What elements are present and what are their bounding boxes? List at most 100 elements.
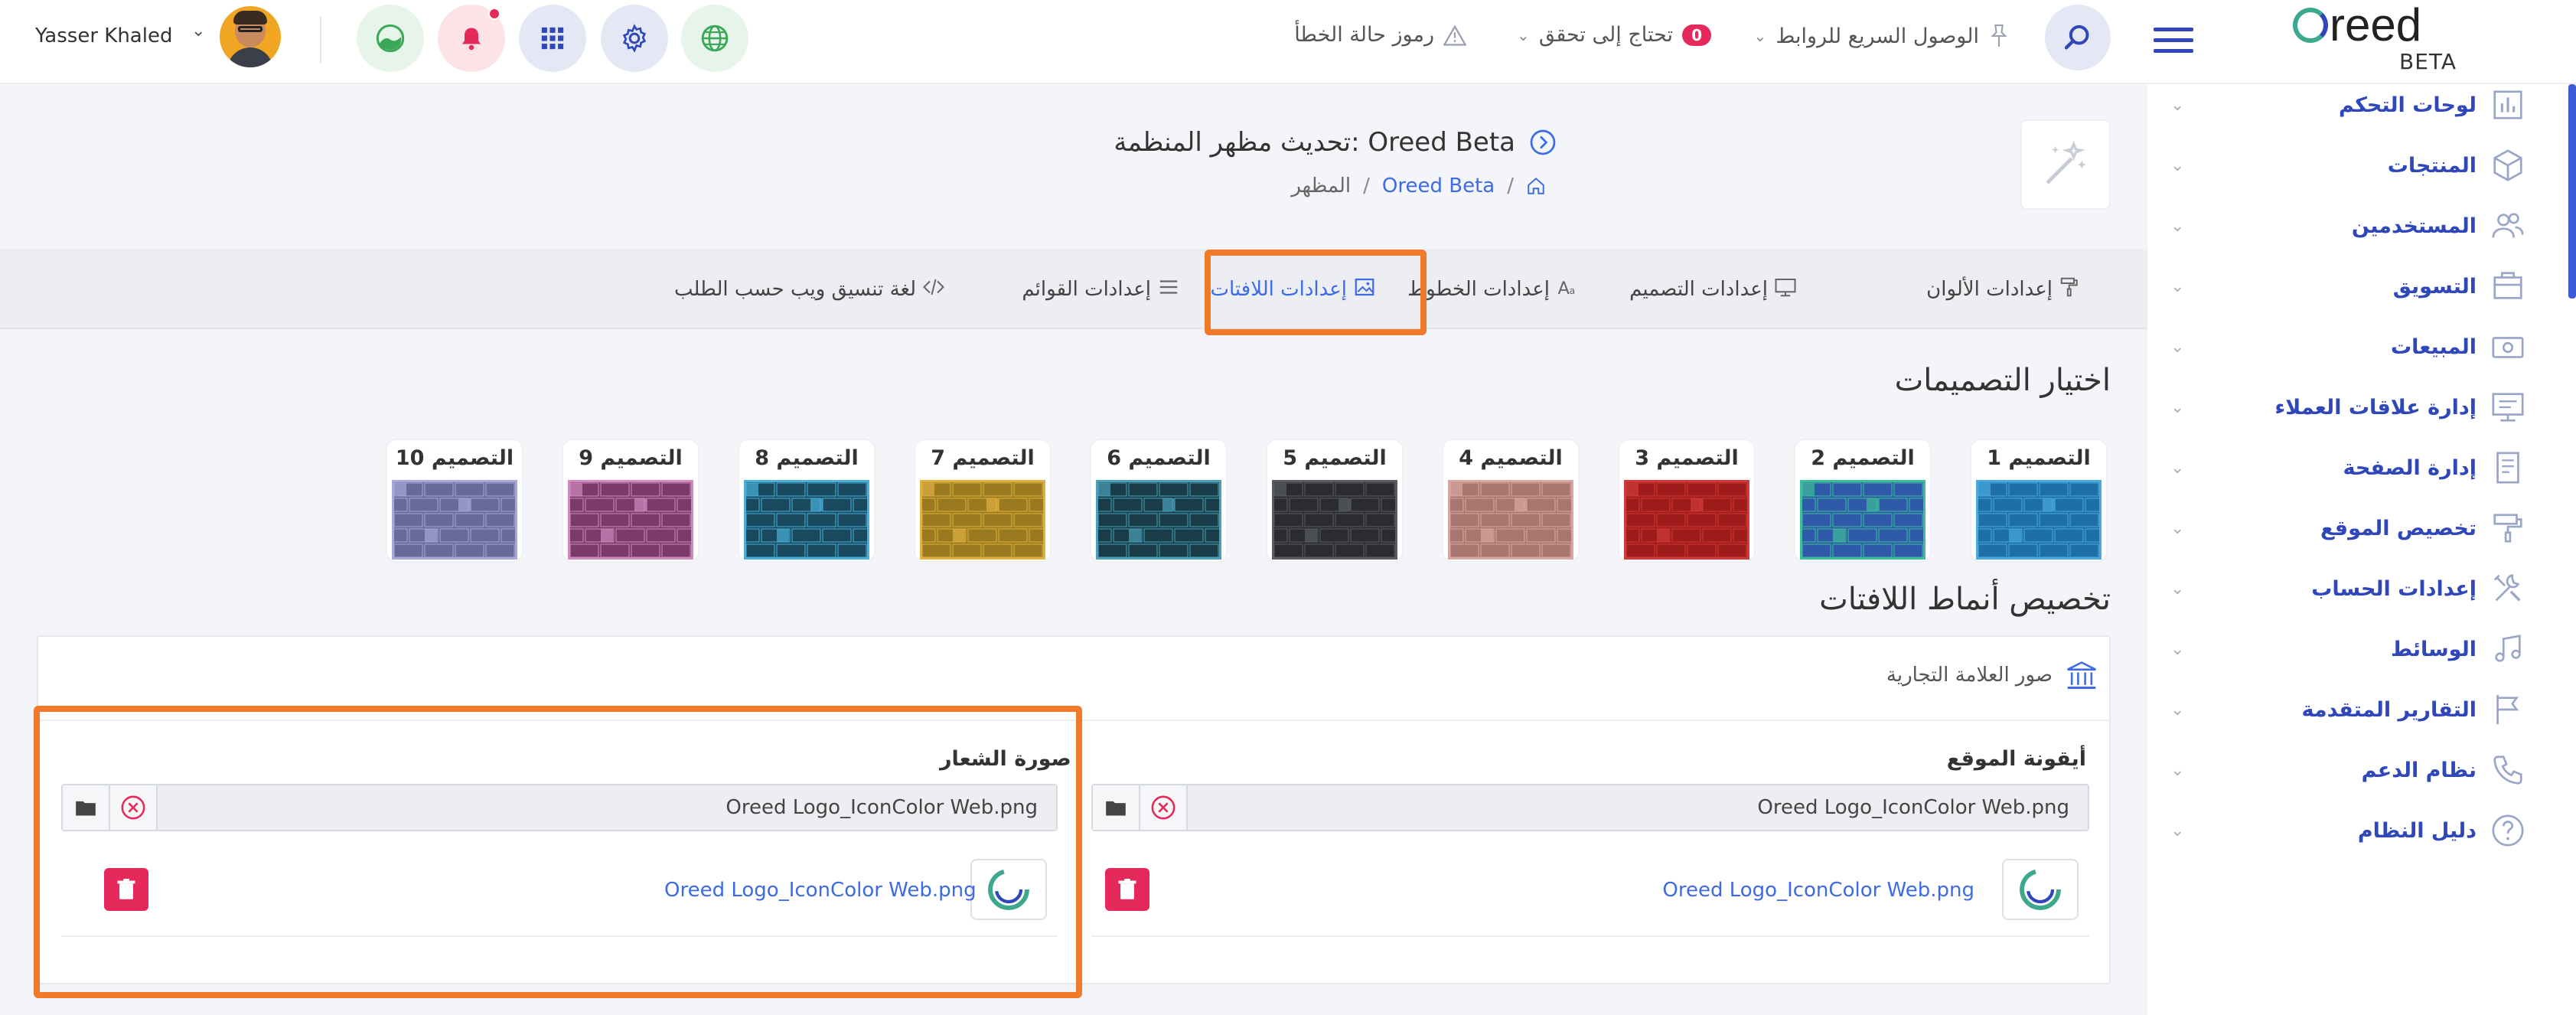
- user-menu-chevron-icon[interactable]: ⌄: [191, 21, 205, 41]
- close-circle-icon: [1151, 795, 1176, 820]
- error-codes-label: رموز حالة الخطأ: [1294, 23, 1434, 47]
- tab-6[interactable]: لغة تنسيق ويب حسب الطلب: [674, 270, 945, 308]
- chevron-down-icon: ⌄: [2170, 579, 2185, 599]
- brand-images-title: صور العلامة التجارية: [1886, 664, 2053, 687]
- search-button[interactable]: [2045, 5, 2111, 70]
- tab-2[interactable]: إعدادات التصميم: [1629, 270, 1797, 308]
- sidebar-item[interactable]: التسويق ⌄: [2147, 261, 2576, 312]
- quick-links-label: الوصول السريع للروابط: [1775, 24, 1979, 48]
- tools-icon: [2490, 571, 2525, 606]
- theme-option[interactable]: التصميم 1: [1947, 439, 2145, 563]
- chevron-down-icon: ⌄: [2170, 821, 2185, 840]
- sidebar-item-label: المبيعات: [2390, 335, 2477, 359]
- site-icon-label: أيقونة الموقع: [1946, 747, 2086, 771]
- breadcrumb-org[interactable]: Oreed Beta: [1382, 175, 1495, 197]
- help-icon: [2490, 813, 2525, 848]
- sidebar-item[interactable]: الوسائط ⌄: [2147, 624, 2576, 674]
- chevron-down-icon: ⌄: [2170, 639, 2185, 659]
- language-button[interactable]: [681, 5, 748, 72]
- site-icon-delete-button[interactable]: [1105, 868, 1149, 911]
- chevron-down-icon: ⌄: [2170, 216, 2185, 236]
- tab-5[interactable]: إعدادات القوائم: [1022, 270, 1180, 308]
- theme-label: التصميم 4: [1459, 446, 1563, 470]
- quick-links-dropdown[interactable]: الوصول السريع للروابط ⌄: [1754, 23, 2010, 49]
- chevron-down-icon: ⌄: [2170, 760, 2185, 780]
- dashboard-icon: [2490, 87, 2525, 122]
- breadcrumb-sep: /: [1363, 175, 1370, 197]
- monitor-icon: [1774, 276, 1797, 304]
- page-title: تحديث مظهر المنظمة: Oreed Beta: [1114, 127, 1515, 158]
- sidebar-item-label: تخصيص الموقع: [2320, 516, 2477, 540]
- site-icon-filename: Oreed Logo_IconColor Web.png: [1757, 796, 2069, 819]
- theme-swatch: [1595, 480, 1793, 560]
- avatar[interactable]: [220, 6, 281, 67]
- music-icon: [2490, 632, 2525, 667]
- tab-label: إعدادات التصميم: [1629, 278, 1768, 301]
- highlight-banners-tab: [1205, 250, 1427, 335]
- theme-option[interactable]: التصميم 10: [363, 439, 561, 563]
- sidebar-item[interactable]: إدارة الصفحة ⌄: [2147, 442, 2576, 493]
- error-codes-link[interactable]: رموز حالة الخطأ: [1294, 23, 1466, 47]
- hamburger-menu-icon[interactable]: [2154, 24, 2193, 55]
- sidebar-item[interactable]: المنتجات ⌄: [2147, 140, 2576, 191]
- theme-option[interactable]: التصميم 2: [1771, 439, 1969, 563]
- sidebar-item-label: التقارير المتقدمة: [2301, 697, 2477, 722]
- highlight-logo-image: [34, 706, 1082, 998]
- grid-icon: [541, 27, 564, 50]
- flag-icon: [2490, 692, 2525, 727]
- site-icon-thumbnail: [2002, 859, 2079, 920]
- theme-option[interactable]: التصميم 8: [715, 439, 913, 563]
- sidebar-item[interactable]: لوحات التحكم ⌄: [2147, 80, 2576, 130]
- tab-1[interactable]: إعدادات الألوان: [1926, 270, 2082, 308]
- svg-text:a: a: [1570, 284, 1576, 295]
- sidebar-item[interactable]: إعدادات الحساب ⌄: [2147, 563, 2576, 614]
- theme-label: التصميم 8: [755, 446, 859, 470]
- logo[interactable]: reed BETA: [2293, 0, 2461, 75]
- theme-label: التصميم 10: [395, 446, 514, 470]
- theme-option[interactable]: التصميم 6: [1067, 439, 1265, 563]
- globe-icon: [701, 24, 729, 52]
- sidebar-item[interactable]: التقارير المتقدمة ⌄: [2147, 684, 2576, 735]
- needs-check-dropdown[interactable]: 0 تحتاج إلى تحقق ⌄: [1517, 23, 1711, 47]
- notifications-button[interactable]: [438, 5, 505, 72]
- sidebar-item-label: إدارة الصفحة: [2343, 455, 2477, 480]
- site-icon-file-input[interactable]: Oreed Logo_IconColor Web.png: [1091, 784, 2089, 831]
- clear-button[interactable]: [1140, 785, 1188, 830]
- theme-option[interactable]: التصميم 9: [539, 439, 737, 563]
- bank-icon: [2067, 661, 2096, 689]
- chevron-down-icon: ⌄: [2170, 518, 2185, 538]
- status-button[interactable]: [357, 5, 424, 72]
- apps-button[interactable]: [519, 5, 586, 72]
- logo-text: reed: [2330, 0, 2422, 51]
- site-icon-link[interactable]: Oreed Logo_IconColor Web.png: [1662, 879, 1974, 902]
- theme-label: التصميم 6: [1107, 446, 1211, 470]
- sidebar-item[interactable]: دليل النظام ⌄: [2147, 805, 2576, 856]
- folder-icon: [1106, 801, 1126, 816]
- sidebar-item[interactable]: المبيعات ⌄: [2147, 321, 2576, 372]
- back-arrow-icon[interactable]: [1529, 129, 1557, 156]
- marketing-icon: [2490, 269, 2525, 304]
- sidebar-item-label: نظام الدعم: [2361, 758, 2477, 782]
- home-icon[interactable]: [1526, 176, 1546, 196]
- theme-swatch: [1947, 480, 2145, 560]
- sidebar-item[interactable]: نظام الدعم ⌄: [2147, 745, 2576, 795]
- sidebar-item[interactable]: تخصيص الموقع ⌄: [2147, 503, 2576, 553]
- chevron-down-icon: ⌄: [2170, 397, 2185, 417]
- theme-swatch: [539, 480, 737, 560]
- theme-label: التصميم 3: [1635, 446, 1739, 470]
- theme-option[interactable]: التصميم 7: [891, 439, 1089, 563]
- theme-option[interactable]: التصميم 3: [1595, 439, 1793, 563]
- theme-option[interactable]: التصميم 4: [1419, 439, 1617, 563]
- user-name[interactable]: Yasser Khaled: [35, 24, 172, 47]
- sidebar-item[interactable]: إدارة علاقات العملاء ⌄: [2147, 382, 2576, 432]
- theme-option[interactable]: التصميم 5: [1243, 439, 1441, 563]
- settings-button[interactable]: [601, 5, 668, 72]
- code-icon: [922, 276, 945, 304]
- sidebar-item[interactable]: المستخدمين ⌄: [2147, 201, 2576, 251]
- box-icon: [2490, 148, 2525, 183]
- browse-button[interactable]: [1093, 785, 1140, 830]
- search-icon: [2064, 24, 2089, 50]
- theme-swatch: [1067, 480, 1265, 560]
- breadcrumb-sep: /: [1507, 175, 1514, 197]
- tab-3[interactable]: Aa إعدادات الخطوط: [1407, 270, 1579, 308]
